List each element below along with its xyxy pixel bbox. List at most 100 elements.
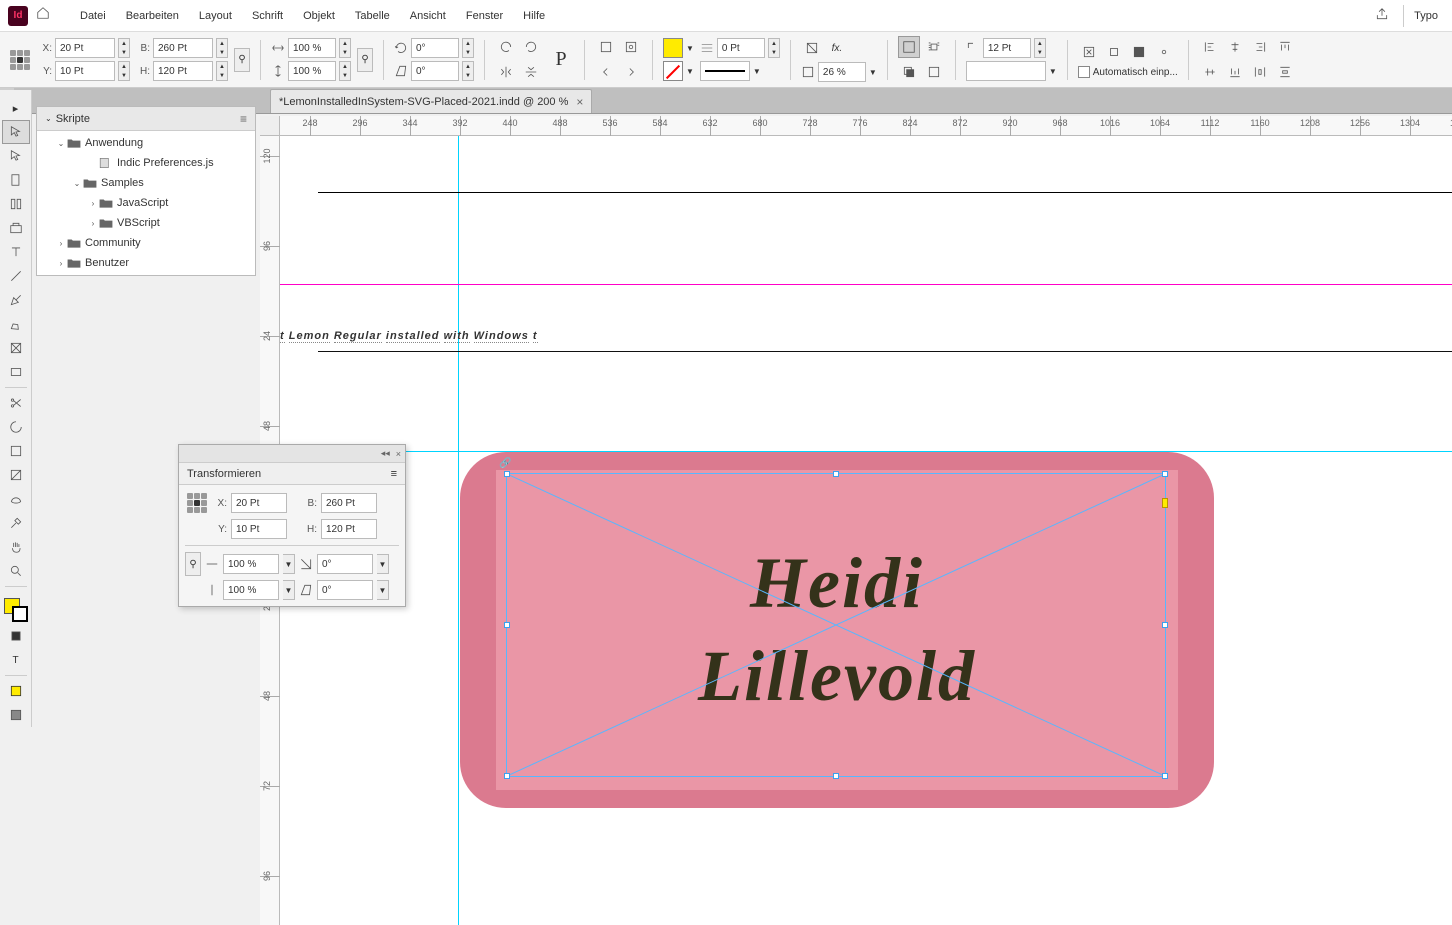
spin-shear[interactable]: ▲▼	[462, 61, 474, 81]
input-scale-x[interactable]	[288, 38, 336, 58]
chevron-down-icon[interactable]: ▼	[283, 580, 295, 600]
constrain-wh-icon[interactable]: ⚲	[234, 48, 250, 72]
align-hcenter-icon[interactable]	[1224, 36, 1246, 58]
tree-node-js[interactable]: ›JavaScript	[37, 193, 255, 213]
distribute-v-icon[interactable]	[1274, 61, 1296, 83]
input-h[interactable]	[153, 61, 213, 81]
chevron-down-icon[interactable]: ▼	[283, 554, 295, 574]
select-content-icon[interactable]	[620, 36, 642, 58]
fx-icon[interactable]: fx.	[826, 37, 848, 59]
auto-fit-checkbox[interactable]	[1078, 66, 1090, 78]
type-tool[interactable]	[2, 240, 30, 264]
spin-strokew[interactable]: ▲▼	[768, 38, 780, 58]
reference-point[interactable]	[8, 48, 32, 72]
fill-frame-icon[interactable]	[1128, 41, 1150, 63]
menu-schrift[interactable]: Schrift	[242, 0, 293, 32]
handle-bm[interactable]	[833, 773, 839, 779]
tp-shear[interactable]	[317, 580, 373, 600]
hand-tool[interactable]	[2, 535, 30, 559]
gradient-swatch-tool[interactable]	[2, 439, 30, 463]
select-container-icon[interactable]	[595, 36, 617, 58]
screen-mode-preview[interactable]	[2, 703, 30, 727]
collapse-icon[interactable]: ▸	[2, 96, 30, 120]
tree-node-user[interactable]: ›Benutzer	[37, 253, 255, 273]
pen-tool[interactable]	[2, 288, 30, 312]
menu-bearbeiten[interactable]: Bearbeiten	[116, 0, 189, 32]
menu-ansicht[interactable]: Ansicht	[400, 0, 456, 32]
wrap-around-icon[interactable]	[923, 36, 945, 58]
align-right-icon[interactable]	[1249, 36, 1271, 58]
handle-bl[interactable]	[504, 773, 510, 779]
share-icon[interactable]	[1375, 7, 1389, 24]
fit-content-icon[interactable]	[1103, 41, 1125, 63]
flip-h-icon[interactable]	[495, 61, 517, 83]
reference-point[interactable]	[185, 491, 209, 515]
handle-tr[interactable]	[1162, 471, 1168, 477]
distribute-h-icon[interactable]	[1249, 61, 1271, 83]
corner-icon[interactable]	[966, 41, 980, 55]
eyedropper-tool[interactable]	[2, 511, 30, 535]
input-w[interactable]	[153, 38, 213, 58]
align-vcenter-icon[interactable]	[1199, 61, 1221, 83]
tree-node-indic[interactable]: Indic Preferences.js	[37, 153, 255, 173]
chevron-down-icon[interactable]: ▼	[686, 67, 694, 76]
spin-y[interactable]: ▲▼	[118, 61, 130, 81]
fill-stroke-swatch[interactable]	[2, 596, 30, 624]
input-stroke-weight[interactable]	[717, 38, 765, 58]
apply-color-icon[interactable]	[2, 624, 30, 648]
page-surface[interactable]: t Lemon Regular installed with Windows t…	[280, 136, 1452, 925]
gap-tool[interactable]	[2, 192, 30, 216]
object-styles-icon[interactable]	[923, 61, 945, 83]
scissors-tool[interactable]	[2, 391, 30, 415]
chevron-down-icon[interactable]: ▼	[377, 554, 389, 574]
handle-tm[interactable]	[833, 471, 839, 477]
selection-frame[interactable]: 🔗	[506, 473, 1166, 777]
live-corner-widget[interactable]	[1162, 498, 1168, 508]
handle-br[interactable]	[1162, 773, 1168, 779]
menu-layout[interactable]: Layout	[189, 0, 242, 32]
tp-sx[interactable]	[223, 554, 279, 574]
panel-menu-icon[interactable]: ≡	[240, 112, 247, 126]
stroke-swatch[interactable]	[663, 61, 683, 81]
direct-selection-tool[interactable]	[2, 144, 30, 168]
tp-w[interactable]	[321, 493, 377, 513]
input-y[interactable]	[55, 61, 115, 81]
handle-ml[interactable]	[504, 622, 510, 628]
tp-rot[interactable]	[317, 554, 373, 574]
panel-titlebar[interactable]: ◂◂ ×	[179, 445, 405, 463]
ruler-horizontal[interactable]: 2482963443924404885365846326807287768248…	[280, 116, 1452, 136]
tp-h[interactable]	[321, 519, 377, 539]
transform-tab[interactable]: Transformieren ≡	[179, 463, 405, 485]
wrap-none-icon[interactable]	[898, 36, 920, 58]
spin-x[interactable]: ▲▼	[118, 38, 130, 58]
rectangle-tool[interactable]	[2, 360, 30, 384]
corner-style-dropdown[interactable]	[966, 61, 1046, 81]
center-content-icon[interactable]	[1153, 41, 1175, 63]
spin-sx[interactable]: ▲▼	[339, 38, 351, 58]
page-tool[interactable]	[2, 168, 30, 192]
align-left-icon[interactable]	[1199, 36, 1221, 58]
spin-sy[interactable]: ▲▼	[339, 61, 351, 81]
home-icon[interactable]	[36, 6, 56, 26]
line-tool[interactable]	[2, 264, 30, 288]
close-icon[interactable]: ×	[396, 449, 401, 459]
rectangle-frame-tool[interactable]	[2, 336, 30, 360]
note-tool[interactable]	[2, 487, 30, 511]
tree-node-vbs[interactable]: ›VBScript	[37, 213, 255, 233]
input-x[interactable]	[55, 38, 115, 58]
close-icon[interactable]: ×	[576, 95, 583, 109]
input-rot[interactable]	[411, 38, 459, 58]
input-opacity[interactable]	[818, 62, 866, 82]
flip-v-icon[interactable]	[520, 61, 542, 83]
menu-tabelle[interactable]: Tabelle	[345, 0, 400, 32]
tree-node-app[interactable]: ⌄Anwendung	[37, 133, 255, 153]
letter-p-icon[interactable]: P	[548, 40, 574, 80]
input-corner[interactable]	[983, 38, 1031, 58]
align-top-icon[interactable]	[1274, 36, 1296, 58]
free-transform-tool[interactable]	[2, 415, 30, 439]
format-container-icon[interactable]: T	[2, 648, 30, 672]
ruler-origin[interactable]	[260, 116, 280, 136]
scripts-panel-tab[interactable]: ⌄ Skripte ≡	[37, 107, 255, 131]
zoom-tool[interactable]	[2, 559, 30, 583]
handle-mr[interactable]	[1162, 622, 1168, 628]
